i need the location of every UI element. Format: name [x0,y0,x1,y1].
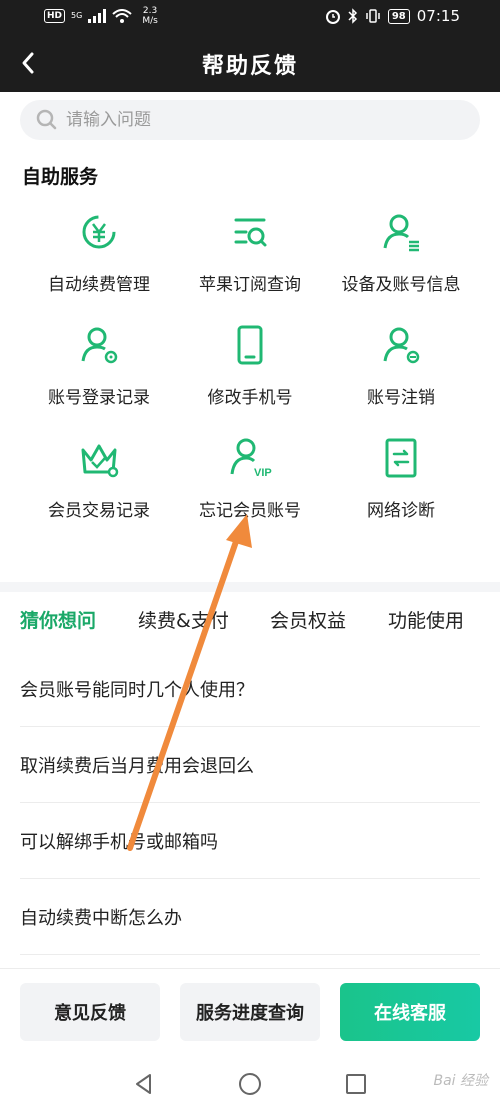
service-label: 设备及账号信息 [341,275,461,295]
service-network-diagnose[interactable]: 网络诊断 [318,436,484,546]
speed-unit: M/s [142,16,158,26]
service-label: 会员交易记录 [48,501,150,521]
tab-renew-pay[interactable]: 续费&支付 [138,606,229,633]
account-cancel-icon [383,327,420,364]
login-record-icon [81,327,118,364]
user-info-icon [383,214,419,252]
nav-back-icon[interactable] [132,1072,156,1096]
tab-guess[interactable]: 猜你想问 [20,606,96,633]
service-label: 自动续费管理 [48,275,150,295]
page-title: 帮助反馈 [201,53,298,79]
system-nav-bar: Bai 经验 [0,1058,500,1111]
faq-item[interactable]: 取消续费后当月费用会退回么 [20,727,480,803]
faq-tabs: 猜你想问 续费&支付 会员权益 功能使用 [0,606,500,646]
service-label: 忘记会员账号 [199,501,301,521]
network-diagnose-icon [385,438,417,478]
section-title-self-service: 自助服务 [22,166,99,188]
service-account-cancel[interactable]: 账号注销 [318,323,484,433]
wifi-icon [112,9,132,23]
auto-renew-icon [82,215,116,249]
faq-item[interactable]: 自动续费中断怎么办 [20,879,480,955]
tab-features[interactable]: 功能使用 [388,606,464,633]
service-login-record[interactable]: 账号登录记录 [16,323,182,433]
app-header: 帮助反馈 [0,36,500,92]
status-bar: HD 5G 2.3 M/s 98 07:15 [0,0,500,36]
service-label: 账号注销 [367,388,435,408]
bottom-action-bar: 意见反馈 服务进度查询 在线客服 [0,968,500,1058]
signal-icon [88,9,107,23]
network-type: 5G [71,11,83,20]
service-label: 账号登录记录 [48,388,150,408]
faq-item[interactable]: 可以解绑手机号或邮箱吗 [20,803,480,879]
subscription-search-icon [234,218,267,247]
battery-level: 98 [387,8,410,24]
tab-member-benefits[interactable]: 会员权益 [270,606,346,633]
service-label: 苹果订阅查询 [199,275,301,295]
vibrate-icon [366,9,380,23]
nav-home-icon[interactable] [238,1072,262,1096]
online-service-button[interactable]: 在线客服 [340,983,480,1041]
section-divider [0,582,500,592]
service-member-transactions[interactable]: 会员交易记录 [16,436,182,546]
bluetooth-icon [348,8,357,24]
faq-item[interactable]: 会员账号能同时几个人使用？ [20,651,480,727]
speed-value: 2.3 [142,6,158,16]
service-auto-renew[interactable]: 自动续费管理 [16,210,182,320]
service-change-phone[interactable]: 修改手机号 [167,323,333,433]
vip-user-icon: VIP [230,438,272,479]
service-apple-subscription[interactable]: 苹果订阅查询 [167,210,333,320]
alarm-icon [325,10,340,24]
search-input[interactable] [66,110,426,130]
service-label: 修改手机号 [207,388,293,408]
service-forgot-member-account[interactable]: VIP 忘记会员账号 [167,436,333,546]
member-crown-icon [81,444,119,478]
search-icon [36,109,57,130]
nav-recents-icon[interactable] [344,1072,368,1096]
hd-badge: HD [44,9,66,23]
phone-icon [237,325,263,365]
status-time: 07:15 [416,7,460,25]
svg-text:VIP: VIP [254,467,272,479]
watermark: Bai 经验 [433,1073,488,1089]
feedback-button[interactable]: 意见反馈 [20,983,160,1041]
service-device-account[interactable]: 设备及账号信息 [318,210,484,320]
search-bar[interactable] [20,100,480,140]
service-progress-button[interactable]: 服务进度查询 [180,983,320,1041]
service-label: 网络诊断 [367,501,435,521]
